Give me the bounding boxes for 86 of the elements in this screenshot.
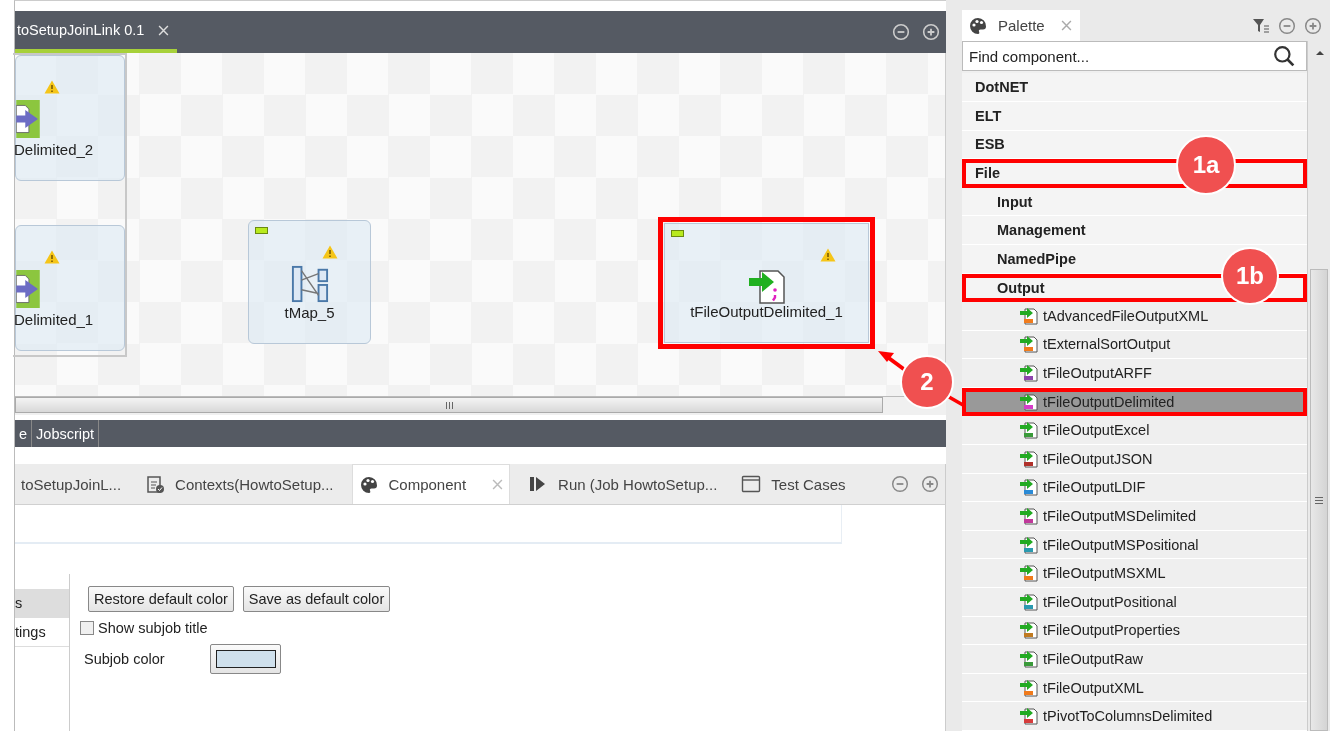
component-icon xyxy=(1019,305,1039,326)
component-icon xyxy=(1019,620,1039,641)
palette-tab[interactable]: Palette xyxy=(962,10,1080,42)
minimize-icon[interactable] xyxy=(1278,16,1296,35)
palette-item[interactable]: Input xyxy=(962,187,1307,217)
palette-item[interactable]: tFileOutputPositional xyxy=(962,588,1307,617)
horizontal-scrollbar[interactable] xyxy=(15,396,946,415)
palette-item[interactable]: tPivotToColumnsDelimited xyxy=(962,702,1307,731)
warning-icon xyxy=(820,248,836,262)
scroll-thumb[interactable] xyxy=(1310,269,1328,731)
component-icon xyxy=(1019,448,1039,469)
color-button[interactable]: Save as default color xyxy=(242,586,391,612)
node-label: tMap_5 xyxy=(283,304,336,321)
component-node[interactable]: Delimited_2 xyxy=(15,55,125,181)
warning-icon xyxy=(44,250,60,264)
show-subjob-title-checkbox[interactable]: Show subjob title xyxy=(80,620,391,636)
palette-item[interactable]: tFileOutputARFF xyxy=(962,359,1307,388)
filter-icon[interactable] xyxy=(1252,16,1270,35)
component-icon xyxy=(1019,420,1039,441)
palette-item[interactable]: tFileOutputXML xyxy=(962,673,1307,703)
palette-icon xyxy=(358,474,379,495)
component-icon xyxy=(1019,677,1039,698)
maximize-icon[interactable] xyxy=(1304,16,1322,35)
component-icon xyxy=(1019,706,1039,727)
node-label: Delimited_2 xyxy=(14,141,95,158)
view-tab[interactable]: Run (Job HowtoSetup... xyxy=(522,464,724,504)
minimize-icon[interactable] xyxy=(892,23,910,41)
subjob-color-label: Subjob color xyxy=(84,651,166,667)
palette-item[interactable]: ELT xyxy=(962,101,1307,131)
component-icon xyxy=(1019,392,1039,413)
palette-item[interactable]: tFileOutputJSON xyxy=(962,445,1307,474)
palette-item[interactable]: tFileOutputRaw xyxy=(962,645,1307,674)
palette-item[interactable]: tFileOutputMSDelimited xyxy=(962,502,1307,531)
maximize-icon[interactable] xyxy=(921,475,939,493)
palette-item[interactable]: tExternalSortOutput xyxy=(962,330,1307,360)
component-icon xyxy=(1019,477,1039,498)
settings-tab[interactable]: tings xyxy=(15,618,69,647)
view-tab[interactable]: Component xyxy=(351,464,511,504)
node-label: Delimited_1 xyxy=(14,311,95,328)
search-field[interactable]: Find component... xyxy=(962,41,1307,72)
checkbox[interactable] xyxy=(80,621,94,635)
checkbox-label: Show subjob title xyxy=(98,620,208,636)
scroll-thumb[interactable] xyxy=(15,397,883,413)
palette-item[interactable]: tFileOutputMSXML xyxy=(962,559,1307,589)
palette-item[interactable]: Management xyxy=(962,216,1307,245)
editor-subtab[interactable]: Jobscript xyxy=(32,420,100,447)
palette-item[interactable]: DotNET xyxy=(962,73,1307,102)
component-icon xyxy=(1019,334,1039,355)
color-picker-button[interactable] xyxy=(210,644,281,674)
minimize-icon[interactable] xyxy=(891,475,909,493)
warning-icon xyxy=(322,245,338,259)
editor-subtab[interactable]: e xyxy=(15,420,33,447)
window-icon xyxy=(741,474,762,494)
vertical-scrollbar[interactable] xyxy=(1307,41,1330,731)
component-icon xyxy=(1019,506,1039,527)
settings-tab[interactable]: s xyxy=(15,589,69,618)
view-tab[interactable]: toSetupJoinL... xyxy=(15,464,128,504)
palette-item[interactable]: tFileOutputProperties xyxy=(962,616,1307,646)
node-label: tFileOutputDelimited_1 xyxy=(689,303,844,320)
maximize-icon[interactable] xyxy=(922,23,940,41)
component-node[interactable]: tMap_5 xyxy=(248,220,371,344)
view-tab[interactable]: Contexts(HowtoSetup... xyxy=(139,464,340,504)
component-icon xyxy=(1019,363,1039,384)
leader-line xyxy=(948,395,964,407)
component-node[interactable]: Delimited_1 xyxy=(15,225,125,351)
component-icon xyxy=(1019,563,1039,584)
component-icon xyxy=(1019,649,1039,669)
color-button[interactable]: Restore default color xyxy=(88,586,234,612)
warning-icon xyxy=(44,80,60,94)
palette-item[interactable]: tFileOutputLDIF xyxy=(962,473,1307,503)
palette-item[interactable]: tFileOutputMSPositional xyxy=(962,530,1307,560)
file-output-icon xyxy=(746,268,787,306)
component-icon xyxy=(1019,591,1039,612)
clipboard-icon xyxy=(145,474,166,494)
palette-item[interactable]: tFileOutputDelimited xyxy=(962,387,1307,417)
palette-item[interactable]: tFileOutputExcel xyxy=(962,416,1307,446)
palette-icon xyxy=(968,15,988,36)
status-indicator xyxy=(671,230,684,237)
view-tab[interactable]: Test Cases xyxy=(735,464,852,504)
search-icon[interactable] xyxy=(1273,45,1295,68)
status-indicator xyxy=(255,227,268,234)
close-icon[interactable] xyxy=(1060,20,1072,32)
component-icon xyxy=(1019,534,1039,555)
callout-arrow xyxy=(877,350,907,372)
scroll-up-icon[interactable] xyxy=(1316,51,1324,56)
mapper-icon xyxy=(289,265,330,303)
